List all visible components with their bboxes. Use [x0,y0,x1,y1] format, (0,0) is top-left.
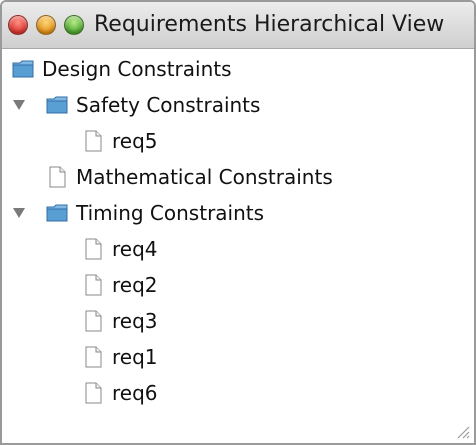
expand-arrow-icon[interactable] [12,206,26,220]
tree-node-label: Safety Constraints [76,93,261,117]
window-title: Requirements Hierarchical View [94,12,445,37]
tree-node-req3[interactable]: req3 [82,303,158,339]
tree-node-design-constraints[interactable]: Design Constraints [12,51,232,87]
document-icon [85,346,102,368]
tree-node-label: req6 [112,381,158,405]
tree-node-safety-constraints[interactable]: Safety Constraints [12,87,260,123]
expand-arrow-icon[interactable] [12,98,26,112]
tree-node-req4[interactable]: req4 [82,231,158,267]
document-icon [49,166,66,188]
folder-icon [12,60,34,78]
title-bar[interactable]: Requirements Hierarchical View [2,2,474,49]
tree-node-req1[interactable]: req1 [82,339,158,375]
tree-node-mathematical-constraints[interactable]: Mathematical Constraints [46,159,333,195]
zoom-button[interactable] [64,15,84,35]
tree-node-label: req3 [112,309,158,333]
minimize-button[interactable] [36,15,56,35]
tree-node-req2[interactable]: req2 [82,267,158,303]
document-icon [85,274,102,296]
close-button[interactable] [8,15,28,35]
tree-node-req5[interactable]: req5 [82,123,158,159]
tree-node-label: req2 [112,273,158,297]
document-icon [85,238,102,260]
tree-node-req6[interactable]: req6 [82,375,158,411]
tree-node-label: req5 [112,129,158,153]
requirements-tree: Design Constraints Safety Constraints re… [2,49,474,443]
folder-icon [46,96,68,114]
requirements-window: Requirements Hierarchical View Design Co… [0,0,476,445]
tree-node-label: Mathematical Constraints [76,165,333,189]
tree-node-timing-constraints[interactable]: Timing Constraints [12,195,264,231]
tree-node-label: Design Constraints [42,57,232,81]
document-icon [85,310,102,332]
tree-node-label: req4 [112,237,158,261]
tree-node-label: req1 [112,345,158,369]
resize-grip-icon[interactable] [454,423,470,439]
document-icon [85,130,102,152]
folder-icon [46,204,68,222]
document-icon [85,382,102,404]
tree-node-label: Timing Constraints [76,201,265,225]
